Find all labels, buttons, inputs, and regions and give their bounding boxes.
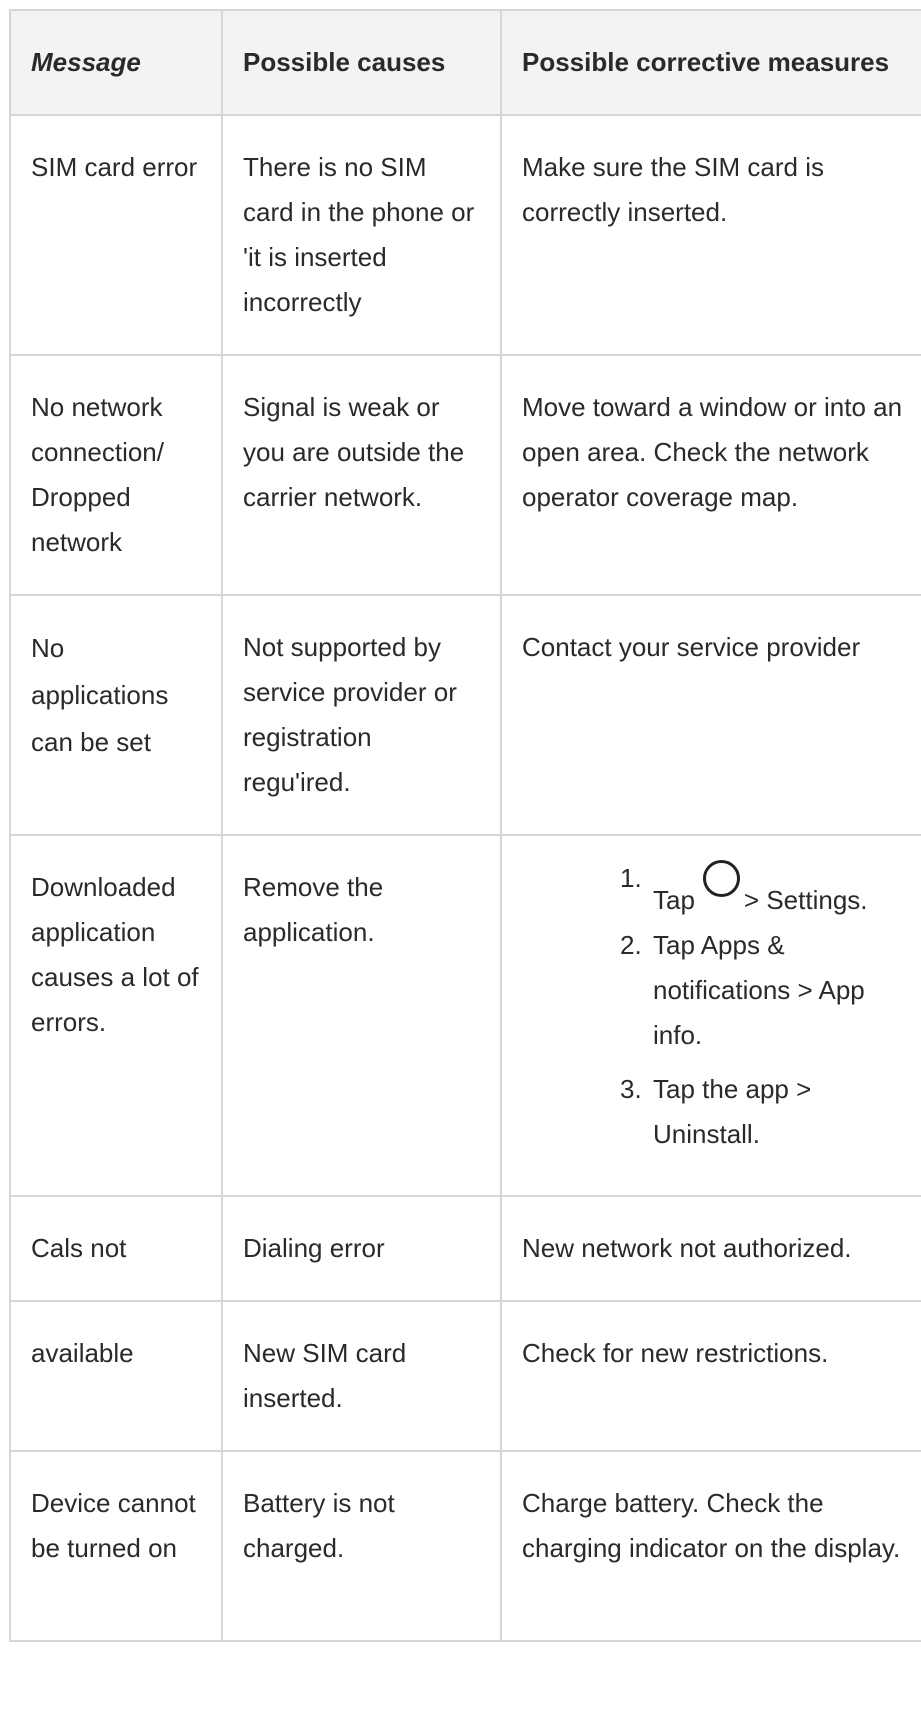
uninstall-steps-list: 1. Tap > Settings. 2. Tap Apps & notifica…: [522, 860, 919, 1157]
header-corrective-measures: Possible corrective measures: [500, 9, 921, 116]
step-text: Tap: [653, 885, 695, 915]
table-row: No applications can be set Not supported…: [9, 594, 921, 836]
cause-cell: Remove the application.: [221, 834, 502, 1197]
header-message: Message: [9, 9, 223, 116]
home-circle-icon: [702, 860, 740, 897]
measure-cell: Make sure the SIM card is correctly inse…: [500, 114, 921, 356]
cause-cell: New SIM card inserted.: [221, 1300, 502, 1452]
step-text: Tap the app > Uninstall.: [653, 1074, 812, 1149]
step-number: 1.: [620, 863, 642, 893]
message-cell: available: [9, 1300, 223, 1452]
step-number: 2.: [620, 930, 642, 960]
cause-cell: Battery is not charged.: [221, 1450, 502, 1642]
step-text: Tap Apps & notifications > App info.: [653, 930, 865, 1050]
step-item: 3. Tap the app > Uninstall.: [620, 1067, 919, 1157]
step-item: 1. Tap > Settings.: [620, 860, 919, 915]
troubleshooting-table: Message Possible causes Possible correct…: [9, 9, 921, 1642]
table-row: SIM card error There is no SIM card in t…: [9, 114, 921, 356]
message-cell: Device cannot be turned on: [9, 1450, 223, 1642]
measure-cell: 1. Tap > Settings. 2. Tap Apps & notifica…: [500, 834, 921, 1197]
measure-cell: Move toward a window or into an open are…: [500, 354, 921, 596]
measure-cell: Check for new restrictions.: [500, 1300, 921, 1452]
message-cell: Cals not: [9, 1195, 223, 1302]
message-cell: No applications can be set: [9, 594, 223, 836]
table-row: Downloaded application causes a lot of e…: [9, 834, 921, 1197]
table-header-row: Message Possible causes Possible correct…: [9, 9, 921, 116]
cause-cell: Signal is weak or you are outside the ca…: [221, 354, 502, 596]
cause-cell: There is no SIM card in the phone or 'it…: [221, 114, 502, 356]
measure-cell: Charge battery. Check the charging indic…: [500, 1450, 921, 1642]
measure-cell: Contact your service provider: [500, 594, 921, 836]
cause-cell: Dialing error: [221, 1195, 502, 1302]
table-row: No network connection/ Dropped network S…: [9, 354, 921, 596]
message-cell: No network connection/ Dropped network: [9, 354, 223, 596]
step-item: 2. Tap Apps & notifications > App info.: [620, 923, 919, 1058]
message-cell: SIM card error: [9, 114, 223, 356]
message-cell: Downloaded application causes a lot of e…: [9, 834, 223, 1197]
header-possible-causes: Possible causes: [221, 9, 502, 116]
table-row: Device cannot be turned on Battery is no…: [9, 1450, 921, 1642]
table-row: available New SIM card inserted. Check f…: [9, 1300, 921, 1452]
step-number: 3.: [620, 1074, 642, 1104]
step-text: > Settings.: [743, 885, 868, 915]
measure-cell: New network not authorized.: [500, 1195, 921, 1302]
cause-cell: Not supported by service provider or reg…: [221, 594, 502, 836]
table-row: Cals not Dialing error New network not a…: [9, 1195, 921, 1302]
